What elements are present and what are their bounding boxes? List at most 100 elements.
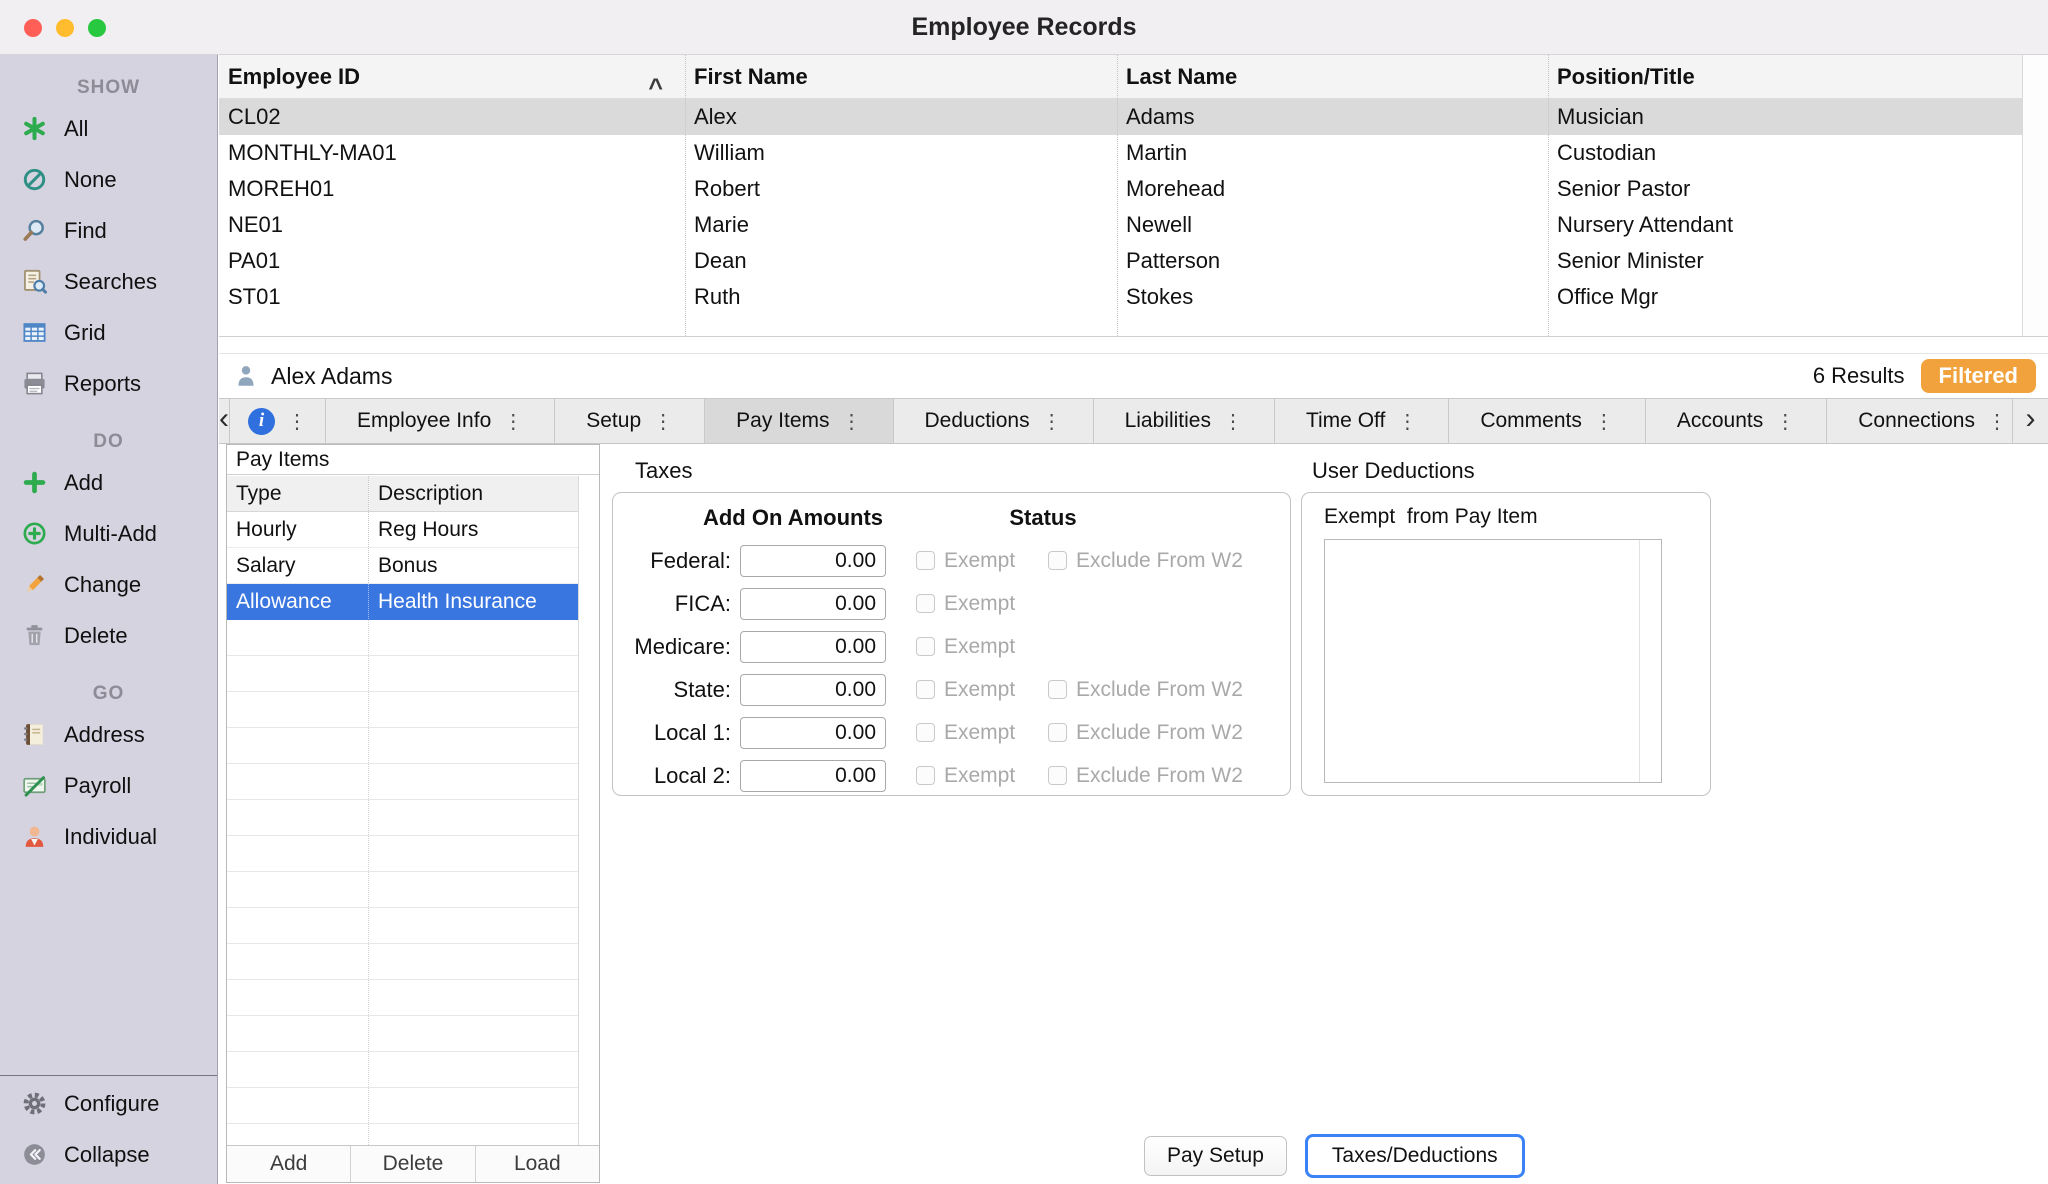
sidebar-item[interactable]: Find — [0, 205, 217, 256]
sidebar-item[interactable]: Change — [0, 559, 217, 610]
gear-icon — [21, 1090, 48, 1117]
tab-menu-dots-icon[interactable]: ⋮ — [1223, 409, 1243, 434]
sidebar-item[interactable]: Payroll — [0, 760, 217, 811]
tab-menu-dots-icon[interactable]: ⋮ — [1775, 409, 1795, 434]
records-scrollbar[interactable] — [2022, 55, 2048, 336]
pay-item-description: Bonus — [368, 548, 578, 583]
sidebar-item-label: All — [64, 116, 88, 142]
employee-row[interactable]: MOREH01 Robert Morehead Senior Pastor — [219, 171, 2048, 207]
tab-menu-dots-icon[interactable]: ⋮ — [1042, 409, 1062, 434]
tab[interactable]: Time Off ⋮ — [1275, 399, 1449, 443]
configure-button[interactable]: Configure — [0, 1078, 217, 1129]
exclude-w2-label: Exclude From W2 — [1076, 764, 1243, 788]
pay-item-row[interactable]: Hourly Reg Hours — [227, 512, 578, 548]
sidebar-item-label: Grid — [64, 320, 106, 346]
cell-first-name: Robert — [685, 176, 1117, 202]
tax-amount-input[interactable] — [740, 760, 886, 792]
sidebar-item[interactable]: Multi-Add — [0, 508, 217, 559]
tab[interactable]: Deductions ⋮ — [894, 399, 1094, 443]
exempt-checkbox[interactable] — [916, 551, 935, 570]
filtered-badge[interactable]: Filtered — [1921, 359, 2036, 393]
tax-amount-input[interactable] — [740, 631, 886, 663]
tab-menu-dots-icon[interactable]: ⋮ — [503, 409, 523, 434]
tab-menu-dots-icon[interactable]: ⋮ — [287, 409, 307, 434]
exempt-checkbox[interactable] — [916, 723, 935, 742]
record-header-bar: Alex Adams 6 Results Filtered — [219, 353, 2048, 399]
column-header-last-name[interactable]: Last Name — [1117, 64, 1548, 90]
tab-menu-dots-icon[interactable]: ⋮ — [842, 409, 862, 434]
tab[interactable]: Employee Info ⋮ — [326, 399, 555, 443]
tab-menu-dots-icon[interactable]: ⋮ — [1987, 409, 2007, 434]
collapse-button[interactable]: Collapse — [0, 1129, 217, 1180]
sidebar-item[interactable]: None — [0, 154, 217, 205]
minimize-button[interactable] — [56, 19, 74, 37]
sidebar-item[interactable]: Individual — [0, 811, 217, 862]
sidebar-item[interactable]: Add — [0, 457, 217, 508]
tab-info[interactable]: i ⋮ — [230, 399, 326, 443]
pay-item-row[interactable]: Allowance Health Insurance — [227, 584, 578, 620]
sidebar-item[interactable]: Grid — [0, 307, 217, 358]
exclude-w2-checkbox[interactable] — [1048, 723, 1067, 742]
employee-row[interactable]: MONTHLY-MA01 William Martin Custodian — [219, 135, 2048, 171]
exempt-pay-items-list[interactable] — [1324, 539, 1662, 783]
pay-item-row[interactable]: Salary Bonus — [227, 548, 578, 584]
sidebar-item[interactable]: Reports — [0, 358, 217, 409]
employee-row[interactable]: PA01 Dean Patterson Senior Minister — [219, 243, 2048, 279]
column-header-first-name[interactable]: First Name — [685, 64, 1117, 90]
tab-label: Accounts — [1677, 409, 1763, 433]
tax-amount-input[interactable] — [740, 674, 886, 706]
tab[interactable]: Setup ⋮ — [555, 399, 705, 443]
column-header-employee-id[interactable]: Employee ID ^ — [219, 64, 685, 90]
sidebar-item-label: Individual — [64, 824, 157, 850]
sidebar-item[interactable]: All — [0, 103, 217, 154]
pay-item-add-button[interactable]: Add — [227, 1146, 351, 1182]
pay-item-delete-button[interactable]: Delete — [351, 1146, 475, 1182]
exempt-checkbox[interactable] — [916, 680, 935, 699]
tax-amount-input[interactable] — [740, 717, 886, 749]
exclude-w2-checkbox[interactable] — [1048, 680, 1067, 699]
tab[interactable]: Pay Items ⋮ — [705, 399, 893, 443]
pay-items-tab-content: Pay Items Type Description Hourly Reg Ho… — [219, 444, 2048, 1184]
tab[interactable]: Comments ⋮ — [1449, 399, 1646, 443]
close-button[interactable] — [24, 19, 42, 37]
pay-item-type: Allowance — [227, 584, 368, 619]
exempt-checkbox[interactable] — [916, 766, 935, 785]
exclude-w2-checkbox[interactable] — [1048, 551, 1067, 570]
exempt-checkbox-group: Exempt — [916, 721, 1048, 745]
magnifier-icon — [21, 217, 48, 244]
zoom-button[interactable] — [88, 19, 106, 37]
taxes-deductions-button[interactable]: Taxes/Deductions — [1305, 1134, 1525, 1178]
tax-row: State: Exempt Exclude From W2 — [613, 668, 1290, 711]
employee-row[interactable]: CL02 Alex Adams Musician — [219, 99, 2048, 135]
exclude-w2-checkbox[interactable] — [1048, 766, 1067, 785]
tab[interactable]: Liabilities ⋮ — [1094, 399, 1275, 443]
exempt-checkbox[interactable] — [916, 637, 935, 656]
sidebar-item[interactable]: Delete — [0, 610, 217, 661]
exempt-checkbox[interactable] — [916, 594, 935, 613]
pay-items-scrollbar[interactable] — [578, 476, 599, 1145]
cell-position-title: Office Mgr — [1548, 284, 2048, 310]
tab[interactable]: Connections ⋮ — [1827, 399, 2039, 443]
sidebar-item[interactable]: Searches — [0, 256, 217, 307]
traffic-lights — [24, 19, 106, 37]
tax-amount-input[interactable] — [740, 588, 886, 620]
pay-setup-button[interactable]: Pay Setup — [1144, 1136, 1287, 1176]
tax-label: State: — [613, 677, 731, 703]
pay-item-type: Salary — [227, 548, 368, 583]
tab[interactable]: Accounts ⋮ — [1646, 399, 1827, 443]
tabs-scroll-left-button[interactable]: ‹ — [219, 399, 230, 443]
tab-menu-dots-icon[interactable]: ⋮ — [653, 409, 673, 434]
sidebar-item-label: Address — [64, 722, 145, 748]
sidebar-item[interactable]: Address — [0, 709, 217, 760]
employee-row[interactable]: ST01 Ruth Stokes Office Mgr — [219, 279, 2048, 315]
column-header-position-title[interactable]: Position/Title — [1548, 64, 2048, 90]
tax-amount-input[interactable] — [740, 545, 886, 577]
exempt-list-scrollbar[interactable] — [1639, 540, 1661, 782]
employee-row[interactable]: NE01 Marie Newell Nursery Attendant — [219, 207, 2048, 243]
tab-menu-dots-icon[interactable]: ⋮ — [1397, 409, 1417, 434]
column-divider — [1117, 55, 1118, 336]
pay-item-load-button[interactable]: Load — [476, 1146, 599, 1182]
tab-menu-dots-icon[interactable]: ⋮ — [1594, 409, 1614, 434]
sidebar-item-label: Change — [64, 572, 141, 598]
tabs-scroll-right-button[interactable]: › — [2012, 399, 2048, 443]
